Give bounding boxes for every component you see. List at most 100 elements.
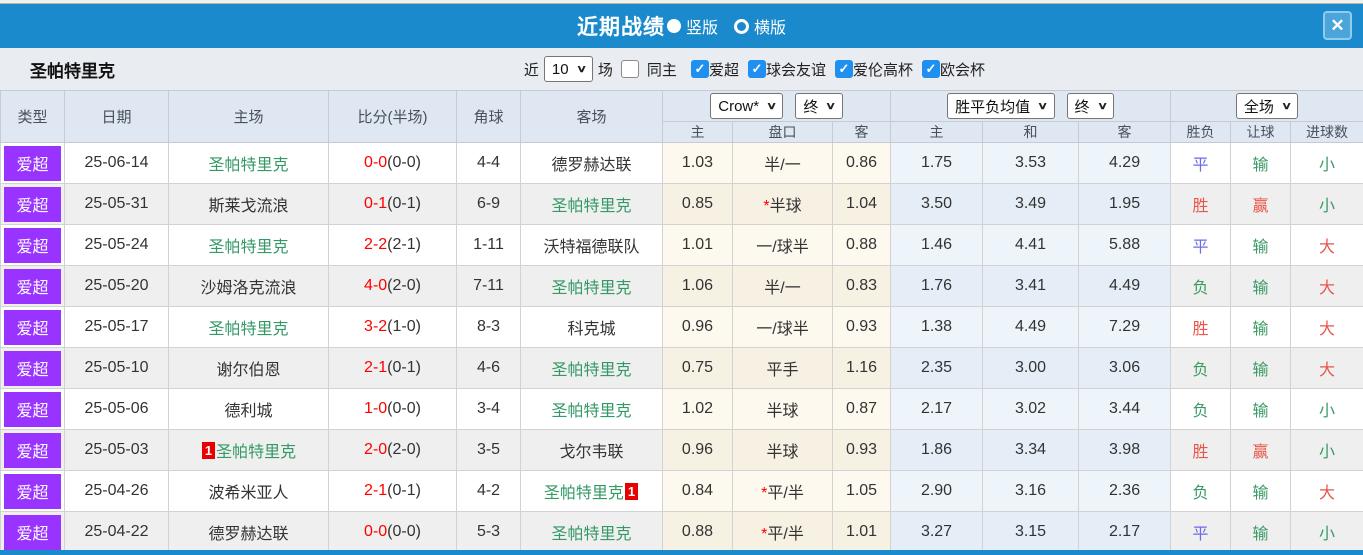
avg-win-cell: 3.27 [891,512,983,553]
league-checkbox-1[interactable]: ✓ [748,60,766,78]
avg-win-cell: 2.90 [891,471,983,512]
col-header-score: 比分(半场) [329,91,457,143]
date-cell: 25-04-22 [65,512,169,553]
handicap-text: 平手 [766,362,798,379]
fulltime-score: 0-0 [364,523,387,540]
handicap-result-cell: 赢 [1231,430,1291,471]
avg-draw-cell: 3.41 [983,266,1079,307]
handicap-result-cell: 输 [1231,389,1291,430]
away-team-cell: 科克城 [521,307,663,348]
away-rank-badge: 1 [625,483,638,500]
score-cell: 0-0(0-0) [329,143,457,184]
fulltime-score: 1-0 [364,400,387,417]
handicap-result-cell: 输 [1231,266,1291,307]
fulltime-score: 0-0 [364,154,387,171]
odds-home-cell: 1.03 [663,143,733,184]
odds-away-cell: 0.88 [833,225,891,266]
horizontal-layout-label[interactable]: 横版 [754,14,786,38]
vertical-layout-label[interactable]: 竖版 [686,14,718,38]
league-checkbox-0[interactable]: ✓ [691,60,709,78]
handicap-text: 平/半 [767,526,803,543]
score-cell: 1-0(0-0) [329,389,457,430]
horizontal-layout-radio[interactable] [734,19,749,34]
odds-away-cell: 0.87 [833,389,891,430]
recent-results-modal: 近期战绩 竖版 横版 ✕ 圣帕特里克 近 10 ∨ 场 同主 ✓爱超✓球会友谊✓… [0,0,1363,555]
vertical-layout-radio[interactable] [667,19,681,33]
home-team-name: 波希米亚人 [208,485,288,502]
chevron-down-icon: ∨ [576,64,587,75]
league-label-2: 爱伦高杯 [853,59,913,80]
odds-time-select[interactable]: 终 ∨ [795,93,842,119]
halftime-score: (0-0) [387,523,421,540]
odds-company-select[interactable]: Crow* ∨ [710,93,783,119]
handicap-text: 半球 [770,198,802,215]
home-team-name: 德罗赫达联 [208,526,288,543]
home-team-name: 圣帕特里克 [208,321,288,338]
away-team-cell: 沃特福德联队 [521,225,663,266]
avg-draw-cell: 3.34 [983,430,1079,471]
odds-away-cell: 1.01 [833,512,891,553]
handicap-cell: *平/半 [733,512,833,553]
home-team-cell: 沙姆洛克流浪 [169,266,329,307]
results-table: 类型 日期 主场 比分(半场) 角球 客场 Crow* ∨ 终 ∨ [0,90,1363,553]
league-checkbox-3[interactable]: ✓ [922,60,940,78]
avg-win-cell: 1.38 [891,307,983,348]
score-cell: 2-1(0-1) [329,471,457,512]
scope-select[interactable]: 全场 ∨ [1236,93,1298,119]
odds-home-cell: 0.75 [663,348,733,389]
subcol-avg-win: 主 [891,122,983,143]
goals-cell: 大 [1291,266,1363,307]
avg-win-cell: 2.17 [891,389,983,430]
fulltime-score: 2-1 [364,359,387,376]
filter-bar: 圣帕特里克 近 10 ∨ 场 同主 ✓爱超✓球会友谊✓爱伦高杯✓欧会杯 [0,48,1363,90]
handicap-result-cell: 输 [1231,471,1291,512]
league-badge: 爱超 [4,187,61,222]
home-team-cell: 圣帕特里克 [169,307,329,348]
fulltime-score: 2-1 [364,482,387,499]
same-home-checkbox[interactable] [621,60,639,78]
away-team-cell: 圣帕特里克 [521,184,663,225]
match-count-select[interactable]: 10 ∨ [544,56,593,82]
avg-draw-cell: 4.49 [983,307,1079,348]
league-cell: 爱超 [1,225,65,266]
avg-lose-cell: 1.95 [1079,184,1171,225]
away-team-name: 圣帕特里克 [551,198,631,215]
league-cell: 爱超 [1,266,65,307]
handicap-cell: 一/球半 [733,307,833,348]
modal-title: 近期战绩 [577,11,665,41]
handicap-result-cell: 输 [1231,512,1291,553]
home-team-name: 圣帕特里克 [208,239,288,256]
outcome-group-header: 全场 ∨ [1171,91,1363,122]
league-checkbox-2[interactable]: ✓ [835,60,853,78]
handicap-text: 半/一 [764,157,800,174]
league-cell: 爱超 [1,307,65,348]
table-row: 爱超25-05-06德利城1-0(0-0)3-4圣帕特里克1.02半球0.872… [1,389,1363,430]
score-cell: 3-2(1-0) [329,307,457,348]
close-button[interactable]: ✕ [1323,11,1352,40]
away-team-name: 德罗赫达联 [551,157,631,174]
league-badge: 爱超 [4,433,61,468]
date-cell: 25-05-31 [65,184,169,225]
goals-cell: 大 [1291,225,1363,266]
odds-home-cell: 0.96 [663,430,733,471]
subcol-handicap: 盘口 [733,122,833,143]
goals-cell: 小 [1291,512,1363,553]
avg-lose-cell: 5.88 [1079,225,1171,266]
goals-cell: 小 [1291,389,1363,430]
table-row: 爱超25-04-26波希米亚人2-1(0-1)4-2圣帕特里克10.84*平/半… [1,471,1363,512]
avg-lose-cell: 4.29 [1079,143,1171,184]
handicap-result-cell: 输 [1231,143,1291,184]
corners-cell: 4-4 [457,143,521,184]
avg-time-select[interactable]: 终 ∨ [1067,93,1114,119]
avg-select[interactable]: 胜平负均值 ∨ [947,93,1054,119]
corners-cell: 7-11 [457,266,521,307]
handicap-cell: 半/一 [733,143,833,184]
handicap-cell: 半球 [733,430,833,471]
league-cell: 爱超 [1,512,65,553]
results-tbody: 爱超25-06-14圣帕特里克0-0(0-0)4-4德罗赫达联1.03半/一0.… [1,143,1363,553]
odds-away-cell: 0.93 [833,430,891,471]
home-team-cell: 波希米亚人 [169,471,329,512]
odds-home-cell: 0.88 [663,512,733,553]
date-cell: 25-05-06 [65,389,169,430]
goals-cell: 大 [1291,471,1363,512]
